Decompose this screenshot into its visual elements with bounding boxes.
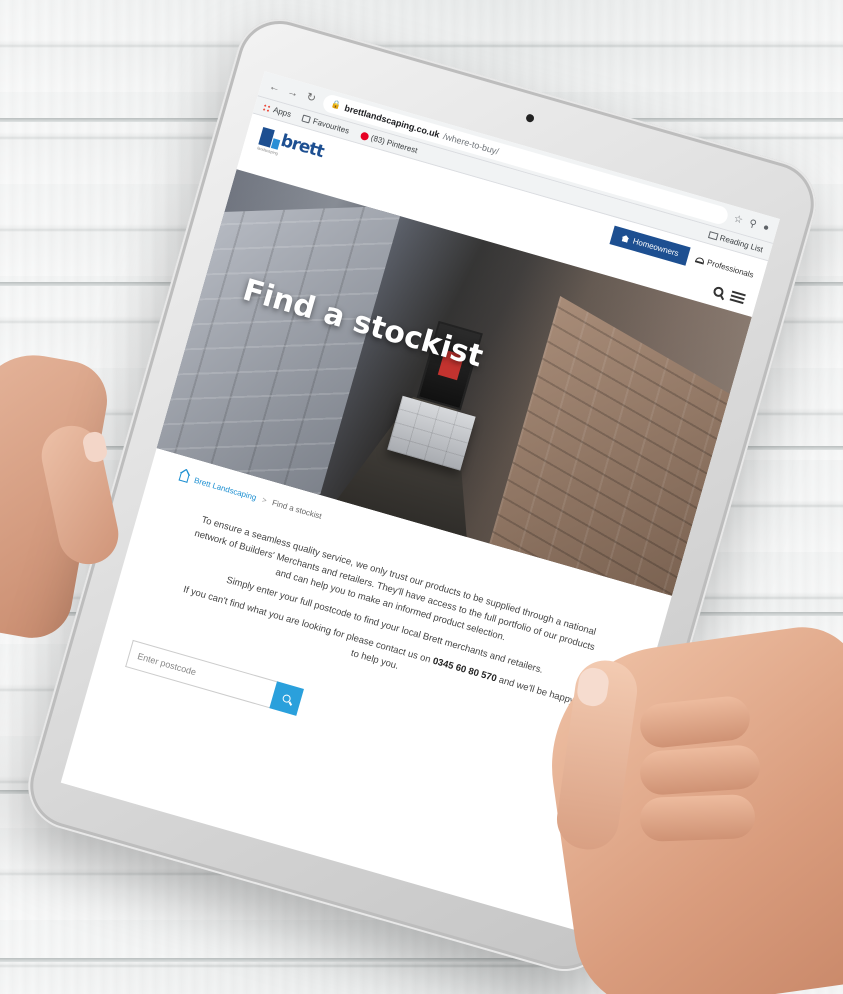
profile-icon[interactable]: ● [761,222,770,234]
stacked-pallets-right [477,295,752,596]
home-icon [178,472,190,483]
breadcrumb-home-link[interactable]: Brett Landscaping [193,476,257,502]
right-finger [638,743,762,797]
folder-icon [301,114,312,124]
professionals-label: Professionals [705,257,755,280]
homeowners-label: Homeowners [631,236,680,259]
brett-logo[interactable]: brett landscaping [257,125,326,168]
camera-lens [525,113,535,124]
search-icon [281,693,292,704]
breadcrumb-current: Find a stockist [271,498,323,521]
header-tools [712,285,746,305]
star-icon[interactable]: ☆ [732,213,744,226]
lock-icon: 🔒 [330,99,343,111]
apps-grid-icon [261,102,272,113]
back-arrow-icon[interactable]: ← [267,80,282,95]
breadcrumb-separator: > [260,495,268,506]
pinterest-icon [359,130,370,141]
reload-icon[interactable]: ↻ [304,90,319,106]
stacked-pallets-left [156,205,404,502]
reading-list-icon [707,230,719,241]
home-icon [621,234,631,243]
professionals-link[interactable]: Professionals [694,254,755,280]
right-finger [639,794,756,842]
search-icon[interactable] [712,285,725,299]
bookmark-label: Apps [272,105,293,119]
forward-arrow-icon[interactable]: → [286,85,301,100]
hamburger-menu-icon[interactable] [729,290,746,305]
extensions-icon[interactable]: ⚲ [748,218,758,231]
postcode-input[interactable] [125,639,278,709]
hard-hat-icon [694,255,706,265]
postcode-search-button[interactable] [269,681,304,716]
